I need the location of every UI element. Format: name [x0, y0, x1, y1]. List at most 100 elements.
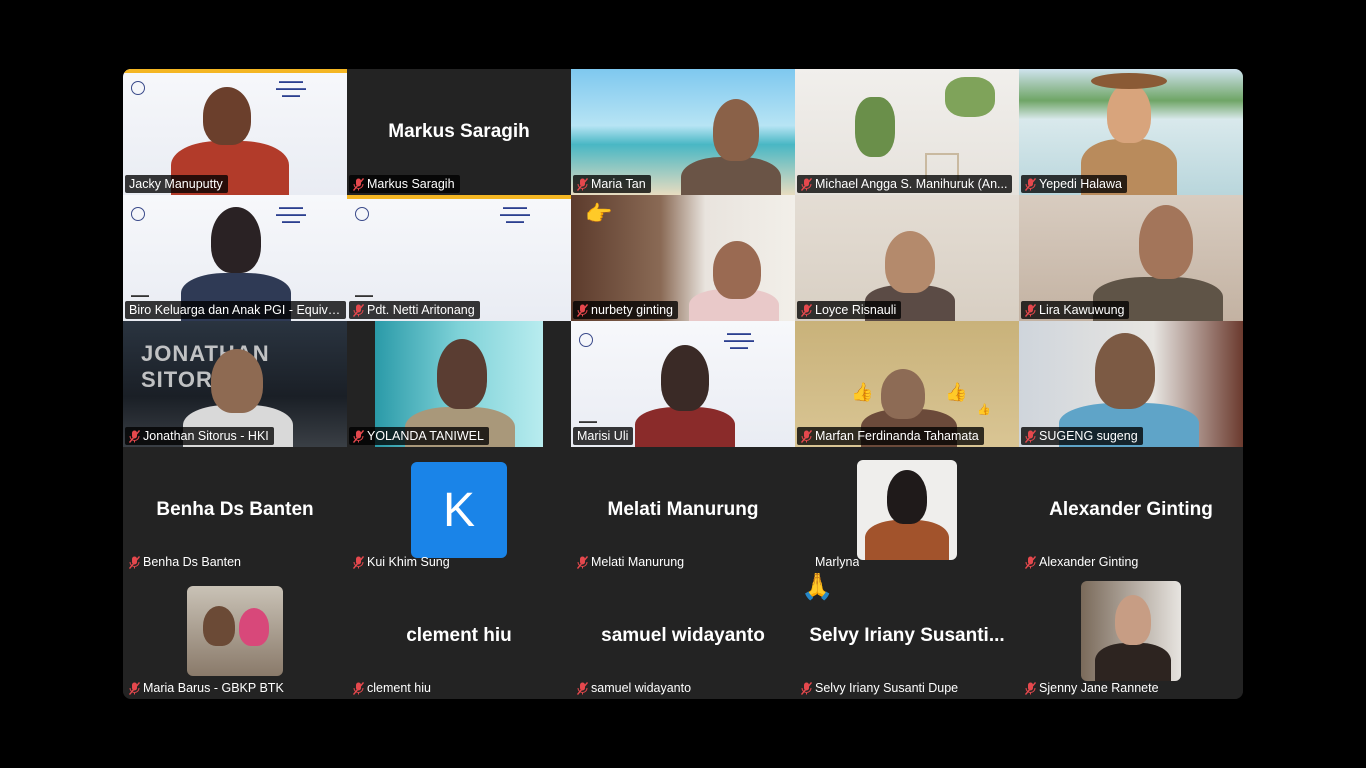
slide-accent-bar [123, 69, 347, 73]
participant-name: Marlyna [815, 555, 860, 569]
participant-name-label: Melati Manurung [573, 553, 689, 571]
participant-name: nurbety ginting [591, 303, 674, 317]
participant-name: Selvy Iriany Susanti Dupe [815, 681, 959, 695]
slide-title-graphic: ▬▬▬▬ ▬▬▬▬▬ ▬▬▬ [724, 331, 754, 351]
muted-mic-icon [353, 429, 364, 443]
participant-tile[interactable]: Maria Barus - GBKP BTK [123, 573, 347, 699]
participant-face [1107, 83, 1151, 143]
participant-name: samuel widayanto [591, 681, 692, 695]
participant-face [713, 241, 761, 299]
participant-face [1115, 594, 1151, 645]
participant-body [865, 520, 949, 560]
participant-name: Maria Barus - GBKP BTK [143, 681, 284, 695]
muted-mic-icon [129, 681, 140, 695]
participant-name: Jacky Manuputty [129, 177, 223, 191]
muted-mic-icon [1025, 303, 1036, 317]
hat [1091, 73, 1167, 89]
participant-name-label: Selvy Iriany Susanti Dupe [797, 679, 963, 697]
plant-decoration [855, 97, 895, 157]
participant-display-name: samuel widayanto [601, 625, 765, 646]
slide-title-graphic: ▬▬▬▬ ▬▬▬▬▬ ▬▬▬ [500, 205, 530, 225]
participant-face [713, 99, 759, 161]
participant-name-label: Marlyna [797, 553, 864, 571]
participant-name-label: Jonathan Sitorus - HKI [125, 427, 274, 445]
participant-tile[interactable]: K Kui Khim Sung [347, 447, 571, 573]
reaction-emoji: 👍 [945, 382, 968, 402]
participant-avatar: K [411, 462, 507, 558]
participant-name-label: Biro Keluarga dan Anak PGI - Equiva... [125, 301, 346, 319]
participant-tile[interactable]: YOLANDA TANIWEL [347, 321, 571, 447]
slide-accent-bar [347, 195, 571, 199]
participant-avatar [857, 460, 957, 560]
participant-body [681, 157, 781, 195]
participant-name: Pdt. Netti Aritonang [367, 303, 475, 317]
participant-face [881, 369, 925, 419]
participant-tile[interactable]: Benha Ds Banten Benha Ds Banten [123, 447, 347, 573]
participant-tile[interactable]: Lira Kawuwung [1019, 195, 1243, 321]
participant-face [203, 605, 235, 646]
participant-face [885, 231, 935, 293]
plant-decoration [945, 77, 995, 117]
participant-name: clement hiu [367, 681, 431, 695]
participant-face [887, 470, 927, 524]
participant-tile[interactable]: 🙏 Selvy Iriany Susanti... Selvy Iriany S… [795, 573, 1019, 699]
pray-reaction-icon: 🙏 [801, 573, 834, 601]
participant-name: Jonathan Sitorus - HKI [143, 429, 269, 443]
participant-name-label: YOLANDA TANIWEL [349, 427, 489, 445]
participant-tile[interactable]: Alexander Ginting Alexander Ginting [1019, 447, 1243, 573]
participant-tile[interactable]: Markus Saragih Markus Saragih [347, 69, 571, 195]
muted-mic-icon [577, 177, 588, 191]
participant-tile[interactable]: Michael Angga S. Manihuruk (An... [795, 69, 1019, 195]
participant-tile-active-speaker[interactable]: ▬▬▬▬ ▬▬▬▬▬ ▬▬▬ ▬▬▬ Biro Keluarga dan Anak … [123, 195, 347, 321]
muted-mic-icon [1025, 681, 1036, 695]
participant-name: Michael Angga S. Manihuruk (An... [815, 177, 1008, 191]
participant-name-label: Yepedi Halawa [1021, 175, 1127, 193]
participant-video [203, 87, 251, 145]
participant-tile[interactable]: Yepedi Halawa [1019, 69, 1243, 195]
webinar-tag: ▬▬▬ [131, 293, 149, 299]
participant-tile[interactable]: Loyce Risnauli [795, 195, 1019, 321]
muted-mic-icon [577, 303, 588, 317]
participant-face [1095, 333, 1155, 409]
participant-tile[interactable]: ▬▬▬▬ ▬▬▬▬▬ ▬▬▬ ▬▬▬ Marisi Uli [571, 321, 795, 447]
participant-tile[interactable]: Marlyna [795, 447, 1019, 573]
muted-mic-icon [577, 555, 588, 569]
muted-mic-icon [353, 303, 364, 317]
participant-display-name: Alexander Ginting [1049, 499, 1213, 520]
participant-name-label: Marfan Ferdinanda Tahamata [797, 427, 984, 445]
participant-tile[interactable]: ▬▬▬▬ ▬▬▬▬▬ ▬▬▬ Jacky Manuputty [123, 69, 347, 195]
organization-logo-icon [579, 333, 593, 347]
muted-mic-icon [801, 681, 812, 695]
participant-name-label: Loyce Risnauli [797, 301, 902, 319]
participant-tile[interactable]: clement hiu clement hiu [347, 573, 571, 699]
muted-mic-icon [353, 177, 364, 191]
participant-tile[interactable]: 👉 nurbety ginting [571, 195, 795, 321]
participant-name-label: SUGENG sugeng [1021, 427, 1143, 445]
participant-tile[interactable]: 👍 👍 👍 Marfan Ferdinanda Tahamata [795, 321, 1019, 447]
organization-logo-icon [131, 207, 145, 221]
participant-tile[interactable]: Maria Tan [571, 69, 795, 195]
muted-mic-icon [1025, 177, 1036, 191]
reaction-emoji: 👍 [977, 404, 991, 416]
participant-name: Yepedi Halawa [1039, 177, 1122, 191]
participant-name-label: Kui Khim Sung [349, 553, 455, 571]
participant-tile[interactable]: Sjenny Jane Rannete [1019, 573, 1243, 699]
participant-tile[interactable]: JONATHAN SITORUS Jonathan Sitorus - HKI [123, 321, 347, 447]
participant-tile[interactable]: Melati Manurung Melati Manurung [571, 447, 795, 573]
participant-avatar [1081, 580, 1181, 681]
participant-display-name: Selvy Iriany Susanti... [809, 625, 1005, 646]
participant-tile[interactable]: ▬▬▬▬ ▬▬▬▬▬ ▬▬▬ ▬▬▬ Pdt. Netti Aritonang [347, 195, 571, 321]
participant-name: Kui Khim Sung [367, 555, 450, 569]
webinar-tag: ▬▬▬ [579, 419, 597, 425]
slide-title-graphic: ▬▬▬▬ ▬▬▬▬▬ ▬▬▬ [276, 79, 306, 99]
organization-logo-icon [355, 207, 369, 221]
muted-mic-icon [129, 429, 140, 443]
muted-mic-icon [801, 303, 812, 317]
participant-name: Marisi Uli [577, 429, 629, 443]
participant-name-label: Marisi Uli [573, 427, 634, 445]
participant-avatar [187, 585, 283, 676]
participant-name-label: Michael Angga S. Manihuruk (An... [797, 175, 1013, 193]
participant-tile[interactable]: SUGENG sugeng [1019, 321, 1243, 447]
participant-tile[interactable]: samuel widayanto samuel widayanto [571, 573, 795, 699]
participant-name: SUGENG sugeng [1039, 429, 1138, 443]
